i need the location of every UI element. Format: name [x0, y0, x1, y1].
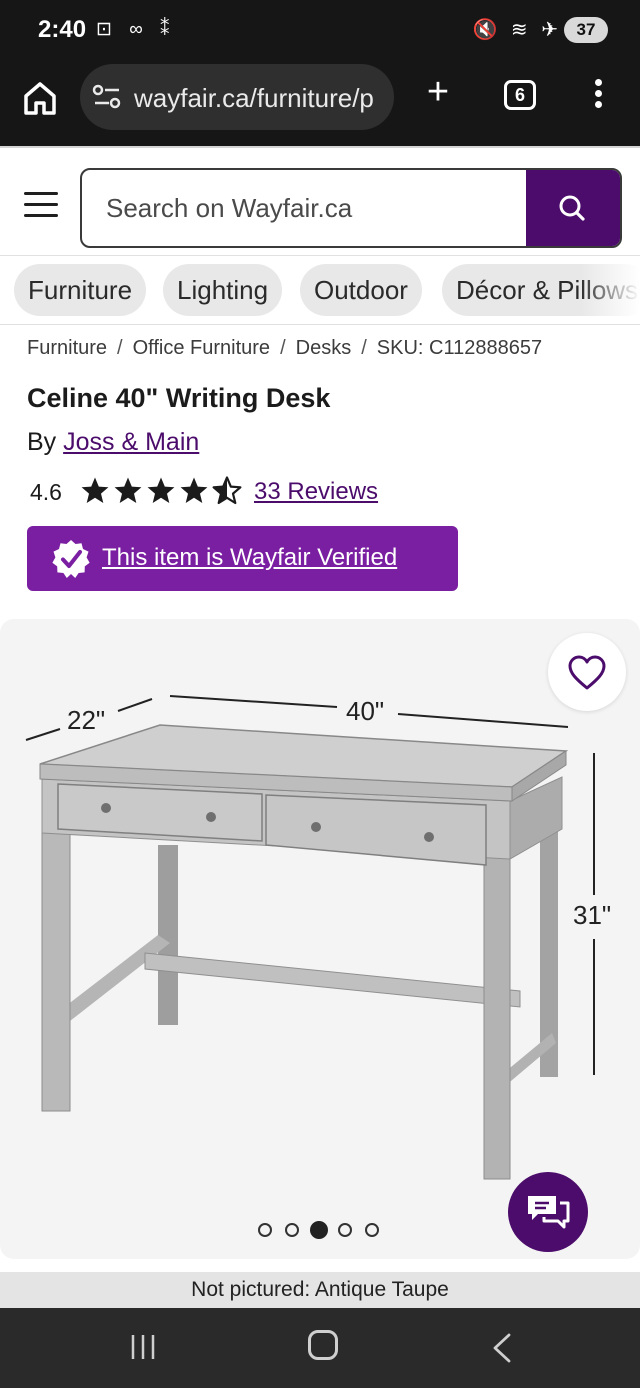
search-bar — [80, 168, 622, 248]
dimension-height-label: 31" — [573, 900, 611, 930]
system-navigation-bar — [0, 1308, 640, 1388]
breadcrumb-item-furniture[interactable]: Furniture — [27, 337, 107, 359]
sku-label: SKU: C112888657 — [376, 337, 543, 359]
back-icon[interactable] — [490, 1332, 514, 1364]
divider — [0, 324, 640, 325]
hamburger-menu-icon[interactable] — [24, 192, 58, 220]
battery-icon: 37 — [564, 17, 608, 43]
browser-menu-icon[interactable] — [586, 76, 610, 116]
product-title: Celine 40" Writing Desk — [27, 383, 331, 413]
by-label: By — [27, 428, 64, 456]
category-chip-furniture[interactable]: Furniture — [14, 264, 147, 316]
url-text[interactable]: wayfair.ca/furniture/p — [134, 83, 380, 114]
home-icon[interactable] — [308, 1330, 338, 1360]
dimension-width-label: 40" — [346, 696, 384, 726]
chat-icon — [528, 1196, 570, 1229]
breadcrumb-item-office-furniture[interactable]: Office Furniture — [133, 337, 270, 359]
star-rating-icon[interactable] — [80, 476, 242, 506]
divider — [0, 255, 640, 256]
search-input[interactable] — [82, 170, 528, 246]
system-icons: 🔇 ≋ ✈ — [472, 19, 562, 41]
chips-fade — [580, 264, 640, 318]
status-bar: 2:40 ⊡ ∞ ⁑ 🔇 ≋ ✈ 37 — [0, 0, 640, 62]
breadcrumb-separator: / — [280, 337, 286, 359]
product-image: 22" 40" 31" — [25, 695, 611, 1180]
verified-badge-icon — [52, 540, 90, 578]
carousel-dot[interactable] — [338, 1223, 352, 1237]
breadcrumb-separator: / — [361, 337, 367, 359]
favorite-button[interactable] — [548, 633, 626, 711]
not-pictured-note: Not pictured: Antique Taupe — [0, 1272, 640, 1308]
heart-icon — [568, 655, 606, 690]
brand-link[interactable]: Joss & Main — [63, 428, 199, 456]
carousel-dot[interactable] — [258, 1223, 272, 1237]
breadcrumb-item-desks[interactable]: Desks — [296, 337, 352, 359]
site-settings-icon[interactable] — [92, 83, 122, 111]
divider — [0, 146, 640, 148]
address-bar[interactable]: wayfair.ca/furniture/p — [80, 64, 394, 130]
breadcrumb-separator: / — [117, 337, 123, 359]
search-button[interactable] — [526, 170, 620, 246]
wayfair-verified-banner[interactable]: This item is Wayfair Verified — [27, 526, 458, 591]
notification-icons: ⊡ ∞ ⁑ — [96, 19, 176, 40]
product-image-carousel[interactable]: 22" 40" 31" — [0, 619, 640, 1259]
breadcrumb: Furniture / Office Furniture / Desks / SKU: C1… — [27, 337, 542, 360]
browser-toolbar: wayfair.ca/furniture/p + 6 — [0, 62, 640, 146]
reviews-link[interactable]: 33 Reviews — [254, 478, 378, 506]
search-icon — [559, 195, 585, 221]
chat-button[interactable] — [508, 1172, 588, 1252]
status-time: 2:40 — [38, 16, 87, 43]
carousel-dot[interactable] — [285, 1223, 299, 1237]
tab-switcher-button[interactable]: 6 — [504, 80, 536, 110]
category-chip-lighting[interactable]: Lighting — [163, 264, 283, 316]
category-chip-outdoor[interactable]: Outdoor — [300, 264, 422, 316]
carousel-dot[interactable] — [365, 1223, 379, 1237]
browser-home-icon[interactable] — [18, 76, 62, 120]
verified-text: This item is Wayfair Verified — [102, 544, 398, 571]
recent-apps-icon[interactable] — [128, 1332, 158, 1362]
carousel-dot-active[interactable] — [310, 1221, 328, 1239]
brand-line: By Joss & Main — [27, 428, 199, 457]
rating-value: 4.6 — [30, 479, 62, 505]
dimension-depth-label: 22" — [67, 705, 105, 735]
category-chips: Furniture Lighting Outdoor Décor & Pillo… — [0, 264, 640, 318]
new-tab-button[interactable]: + — [416, 72, 460, 116]
